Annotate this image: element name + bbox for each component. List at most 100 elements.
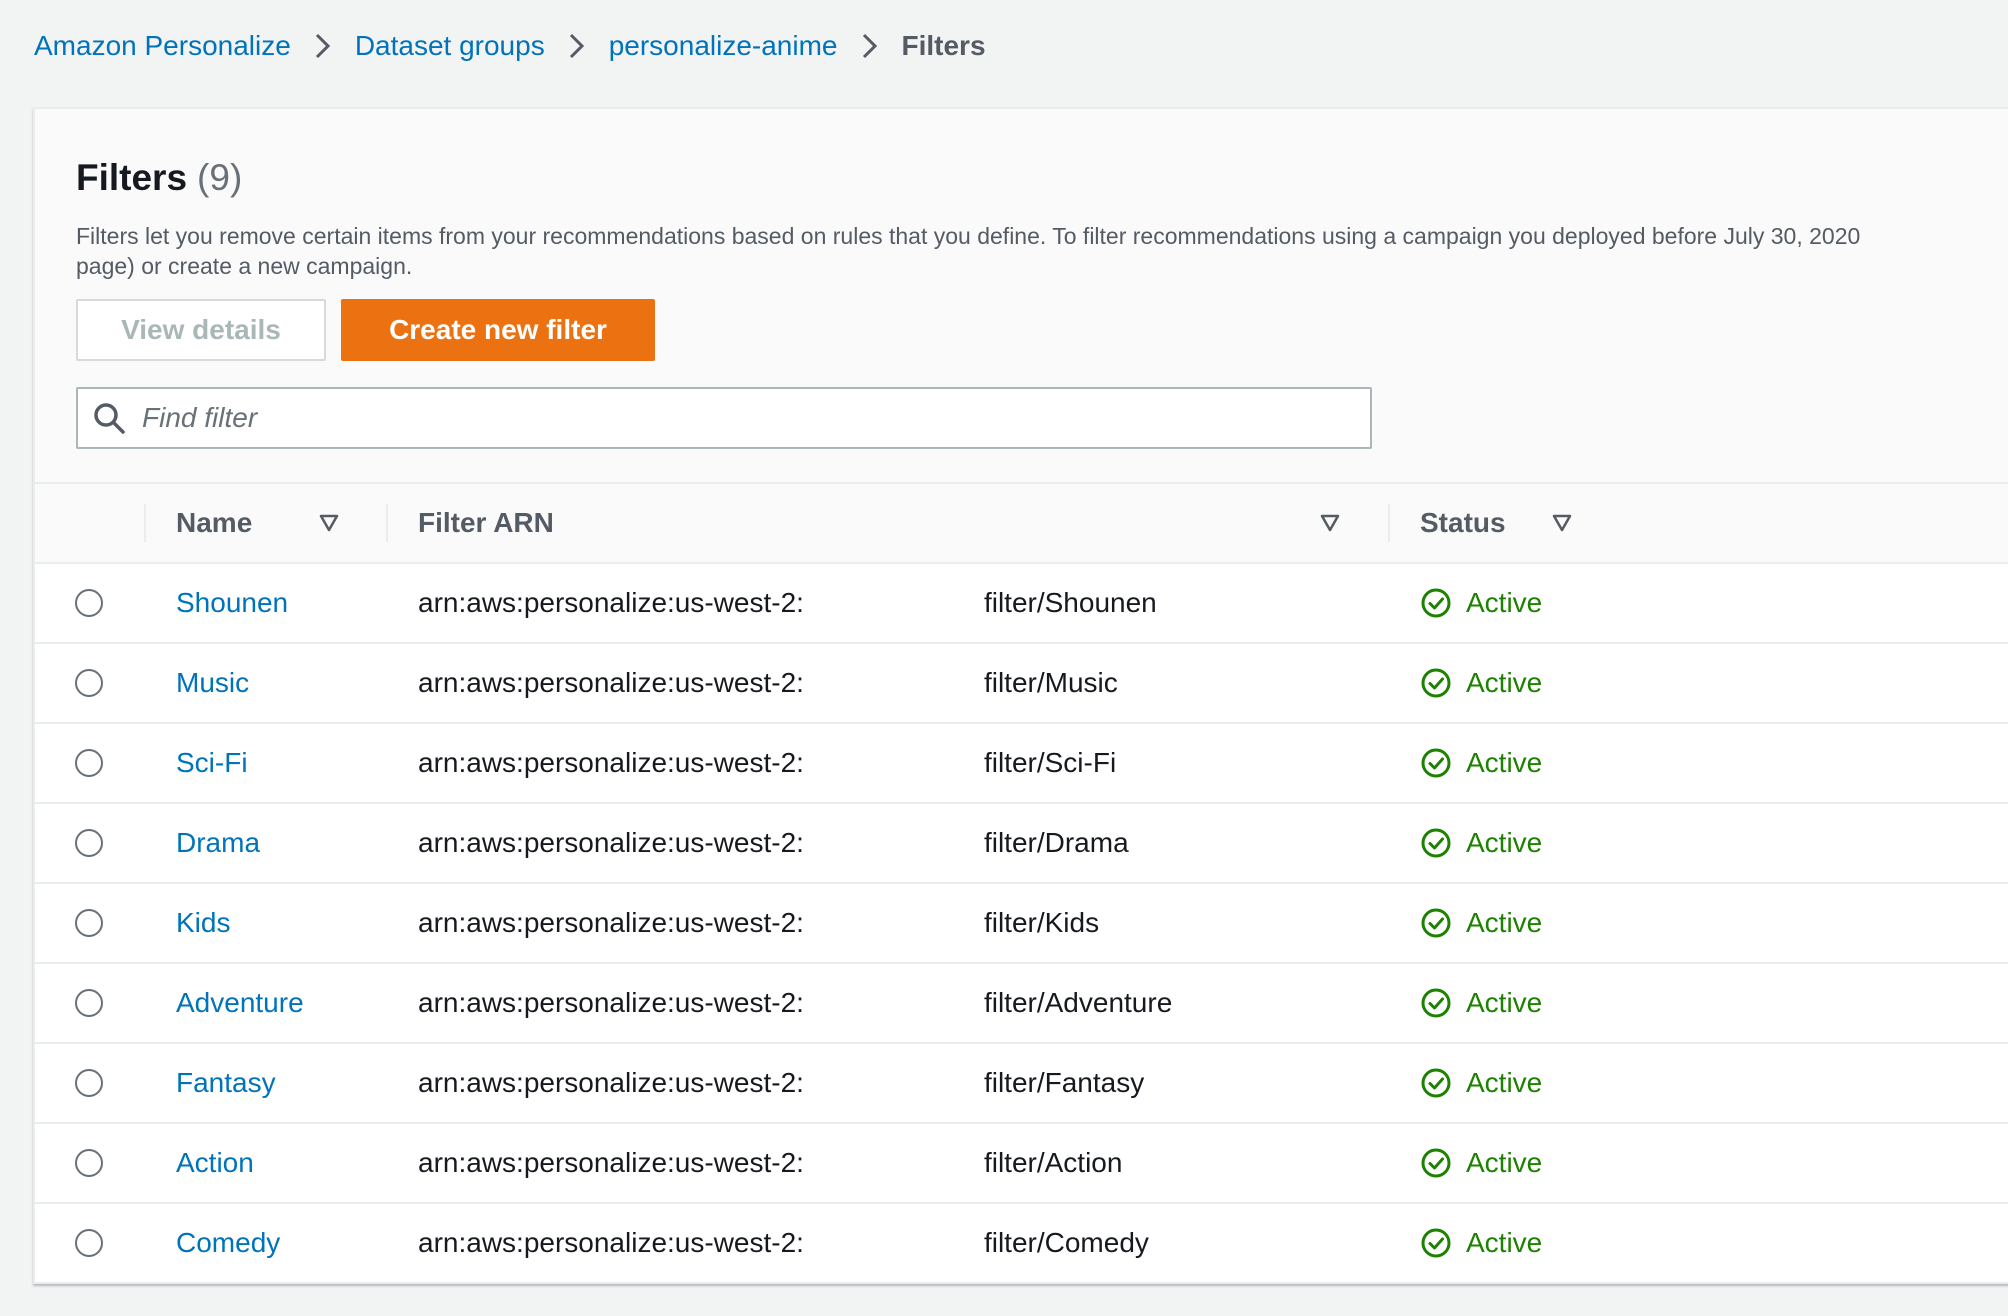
filter-name-link[interactable]: Music — [176, 667, 249, 699]
table-row: Drama arn:aws:personalize:us-west-2: filt… — [35, 804, 2008, 884]
filter-arn-prefix: arn:aws:personalize:us-west-2: — [418, 1067, 804, 1098]
filter-arn-prefix: arn:aws:personalize:us-west-2: — [418, 907, 804, 938]
check-circle-icon — [1421, 1228, 1451, 1258]
status-text: Active — [1466, 667, 1543, 698]
table-row: Kids arn:aws:personalize:us-west-2: filte… — [35, 884, 2008, 964]
filters-table: Name Filter ARN Status Shounen arn:aws:p… — [35, 482, 2008, 1284]
filter-name-link[interactable]: Sci-Fi — [176, 747, 248, 779]
status-text: Active — [1466, 1067, 1543, 1098]
column-header-status[interactable]: Status — [1420, 484, 1506, 562]
status-text: Active — [1466, 1147, 1543, 1178]
filter-arn-suffix: filter/Kids — [983, 907, 1100, 938]
filter-arn-prefix: arn:aws:personalize:us-west-2: — [418, 987, 804, 1018]
sort-down-icon[interactable] — [1551, 512, 1573, 534]
filter-arn: arn:aws:personalize:us-west-2: filter/Fan… — [418, 1067, 1144, 1099]
sort-down-icon[interactable] — [318, 512, 340, 534]
column-divider — [386, 504, 388, 542]
check-circle-icon — [1421, 1068, 1451, 1098]
row-select-radio[interactable] — [75, 1149, 103, 1177]
filter-arn-prefix: arn:aws:personalize:us-west-2: — [418, 747, 804, 778]
filter-arn-prefix: arn:aws:personalize:us-west-2: — [418, 1147, 804, 1178]
description-line-2: page) or create a new campaign. — [76, 253, 413, 279]
filter-arn: arn:aws:personalize:us-west-2: filter/Com… — [418, 1227, 1149, 1259]
row-select-radio[interactable] — [75, 1069, 103, 1097]
filter-arn-suffix: filter/Shounen — [983, 587, 1157, 618]
status-badge: Active — [1420, 747, 1542, 779]
panel-header: Filters (9) — [76, 157, 242, 199]
filter-arn-suffix: filter/Drama — [983, 827, 1129, 858]
filter-count: (9) — [197, 157, 243, 198]
column-divider — [1388, 504, 1390, 542]
row-select-radio[interactable] — [75, 749, 103, 777]
filter-name-link[interactable]: Action — [176, 1147, 254, 1179]
row-select-radio[interactable] — [75, 989, 103, 1017]
status-text: Active — [1466, 907, 1543, 938]
chevron-right-icon — [860, 31, 880, 61]
filter-arn-suffix: filter/Adventure — [983, 987, 1173, 1018]
filter-name-link[interactable]: Fantasy — [176, 1067, 276, 1099]
filter-arn-suffix: filter/Action — [983, 1147, 1123, 1178]
filter-arn-prefix: arn:aws:personalize:us-west-2: — [418, 667, 804, 698]
table-row: Sci-Fi arn:aws:personalize:us-west-2: fil… — [35, 724, 2008, 804]
status-text: Active — [1466, 747, 1543, 778]
breadcrumb-dataset-groups[interactable]: Dataset groups — [355, 30, 545, 62]
status-badge: Active — [1420, 827, 1542, 859]
check-circle-icon — [1421, 748, 1451, 778]
filter-name-link[interactable]: Kids — [176, 907, 230, 939]
filter-arn: arn:aws:personalize:us-west-2: filter/Act… — [418, 1147, 1122, 1179]
row-select-radio[interactable] — [75, 1229, 103, 1257]
page-title: Filters (9) — [76, 157, 242, 199]
search-icon — [92, 401, 126, 435]
filter-arn-suffix: filter/Comedy — [983, 1227, 1149, 1258]
breadcrumb: Amazon Personalize Dataset groups person… — [34, 30, 986, 62]
column-header-name[interactable]: Name — [176, 484, 252, 562]
breadcrumb-personalize-anime[interactable]: personalize-anime — [609, 30, 838, 62]
filter-name-link[interactable]: Comedy — [176, 1227, 280, 1259]
status-text: Active — [1466, 987, 1543, 1018]
filter-name-link[interactable]: Shounen — [176, 587, 288, 619]
filter-arn: arn:aws:personalize:us-west-2: filter/Sci… — [418, 747, 1116, 779]
check-circle-icon — [1421, 1148, 1451, 1178]
check-circle-icon — [1421, 988, 1451, 1018]
row-select-radio[interactable] — [75, 829, 103, 857]
check-circle-icon — [1421, 668, 1451, 698]
breadcrumb-amazon-personalize[interactable]: Amazon Personalize — [34, 30, 291, 62]
filter-name-link[interactable]: Adventure — [176, 987, 304, 1019]
table-row: Comedy arn:aws:personalize:us-west-2: fil… — [35, 1204, 2008, 1284]
filter-arn: arn:aws:personalize:us-west-2: filter/Kid… — [418, 907, 1099, 939]
filter-arn-suffix: filter/Sci-Fi — [983, 747, 1117, 778]
status-badge: Active — [1420, 667, 1542, 699]
panel-description: Filters let you remove certain items fro… — [76, 221, 2008, 281]
filter-arn-prefix: arn:aws:personalize:us-west-2: — [418, 587, 804, 618]
row-select-radio[interactable] — [75, 589, 103, 617]
search-input[interactable] — [140, 392, 1370, 444]
row-select-radio[interactable] — [75, 909, 103, 937]
chevron-right-icon — [313, 31, 333, 61]
table-row: Music arn:aws:personalize:us-west-2: filt… — [35, 644, 2008, 724]
breadcrumb-current: Filters — [901, 30, 986, 61]
table-header: Name Filter ARN Status — [35, 482, 2008, 564]
description-line-1: Filters let you remove certain items fro… — [76, 223, 1861, 249]
table-row: Shounen arn:aws:personalize:us-west-2: fi… — [35, 564, 2008, 644]
sort-down-icon[interactable] — [1319, 512, 1341, 534]
status-text: Active — [1466, 1227, 1543, 1258]
filter-arn-suffix: filter/Fantasy — [983, 1067, 1145, 1098]
row-select-radio[interactable] — [75, 669, 103, 697]
check-circle-icon — [1421, 588, 1451, 618]
search-box — [76, 387, 1372, 449]
column-header-filter-arn[interactable]: Filter ARN — [418, 484, 554, 562]
check-circle-icon — [1421, 908, 1451, 938]
view-details-button[interactable]: View details — [76, 299, 326, 361]
filters-panel: Filters (9) Filters let you remove certa… — [33, 107, 2008, 1284]
page-title-text: Filters — [76, 157, 188, 198]
create-new-filter-button[interactable]: Create new filter — [341, 299, 655, 361]
filter-arn: arn:aws:personalize:us-west-2: filter/Dra… — [418, 827, 1129, 859]
check-circle-icon — [1421, 828, 1451, 858]
chevron-right-icon — [567, 31, 587, 61]
table-row: Fantasy arn:aws:personalize:us-west-2: fi… — [35, 1044, 2008, 1124]
filter-arn: arn:aws:personalize:us-west-2: filter/Mus… — [418, 667, 1118, 699]
filter-arn: arn:aws:personalize:us-west-2: filter/Sho… — [418, 587, 1157, 619]
table-row: Adventure arn:aws:personalize:us-west-2:… — [35, 964, 2008, 1044]
filter-name-link[interactable]: Drama — [176, 827, 260, 859]
filter-arn: arn:aws:personalize:us-west-2: filter/Adv… — [418, 987, 1172, 1019]
